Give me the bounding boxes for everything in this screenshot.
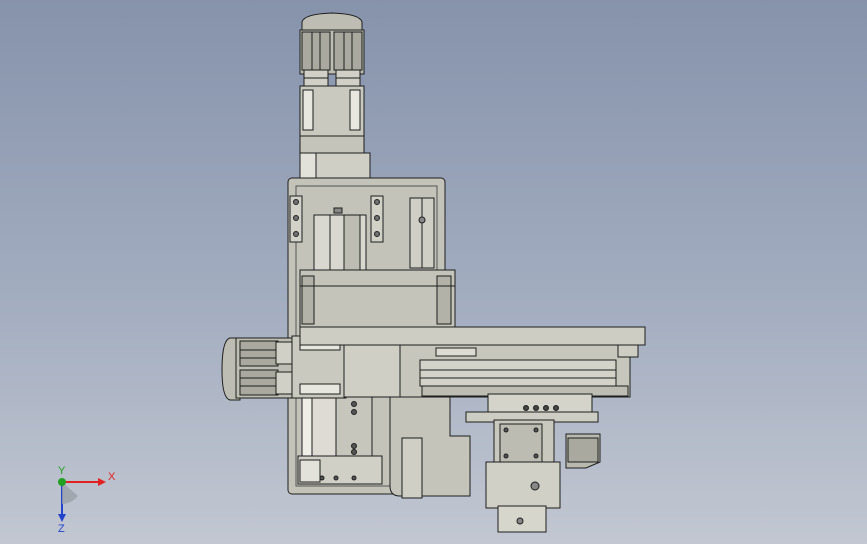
horizontal-beam[interactable]: [299, 326, 646, 346]
x-axis-label: X: [108, 471, 116, 483]
vertical-carriage[interactable]: [299, 269, 456, 333]
z-carriage-module[interactable]: [465, 393, 601, 533]
cad-viewport[interactable]: [0, 0, 867, 544]
side-motor[interactable]: [221, 335, 347, 401]
z-carriage-top[interactable]: [487, 393, 593, 415]
x-arrowhead-icon: [98, 478, 106, 486]
y-axis-dot: [58, 478, 66, 486]
horizontal-adapter-block[interactable]: [343, 336, 405, 398]
z-arrowhead-icon: [58, 514, 66, 522]
axis-triad[interactable]: X Y Z: [40, 462, 120, 534]
z-axis-label: Z: [58, 523, 65, 534]
y-axis-label: Y: [58, 465, 66, 477]
top-motor[interactable]: [299, 12, 365, 155]
triad-rotation-arc: [62, 482, 78, 504]
